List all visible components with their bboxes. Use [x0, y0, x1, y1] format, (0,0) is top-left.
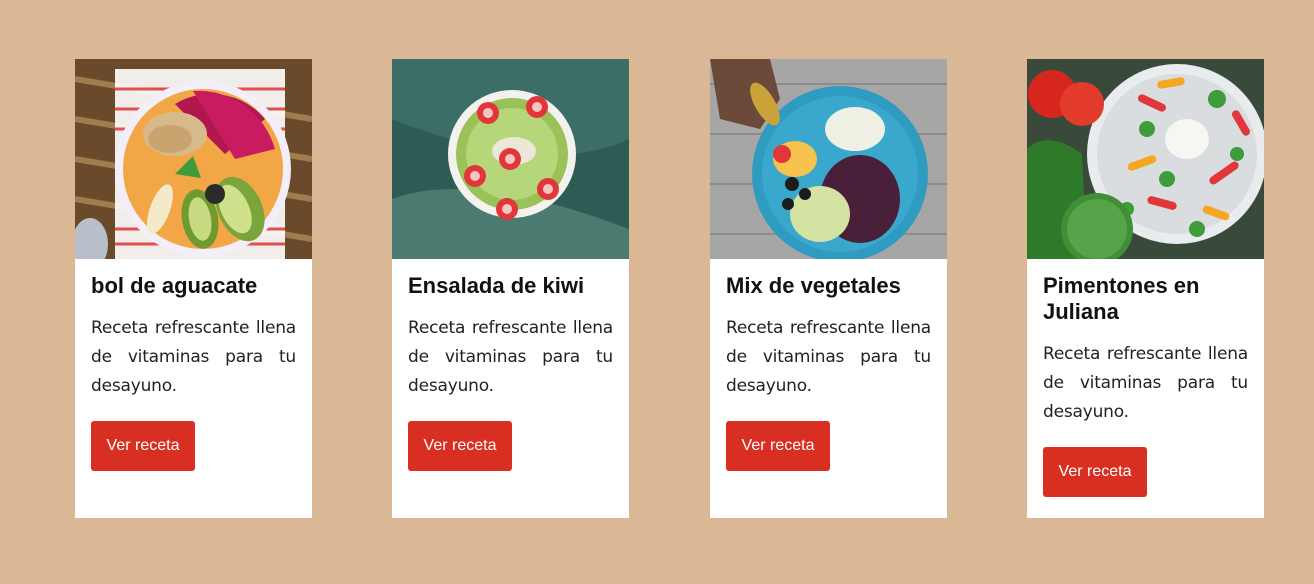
card-title: Ensalada de kiwi	[408, 273, 585, 298]
card-title: Pimentones en Juliana	[1043, 273, 1200, 324]
recipe-card-vegetable-mix: Mix de vegetales Receta refrescante llen…	[710, 59, 947, 518]
view-recipe-button[interactable]: Ver receta	[726, 421, 830, 471]
card-description: Receta refrescante llena de vitaminas pa…	[726, 318, 931, 396]
julienne-peppers-photo	[1027, 59, 1264, 259]
card-description: Receta refrescante llena de vitaminas pa…	[408, 318, 613, 396]
vegetable-mix-photo	[710, 59, 947, 259]
card-description: Receta refrescante llena de vitaminas pa…	[91, 318, 296, 396]
avocado-bowl-photo	[75, 59, 312, 259]
view-recipe-button[interactable]: Ver receta	[408, 421, 512, 471]
kiwi-salad-photo	[392, 59, 629, 259]
view-recipe-button[interactable]: Ver receta	[1043, 447, 1147, 497]
card-description: Receta refrescante llena de vitaminas pa…	[1043, 344, 1248, 422]
recipe-card-avocado: bol de aguacate Receta refrescante llena…	[75, 59, 312, 518]
card-title: bol de aguacate	[91, 273, 258, 298]
recipe-card-kiwi: Ensalada de kiwi Receta refrescante llen…	[392, 59, 629, 518]
view-recipe-button[interactable]: Ver receta	[91, 421, 195, 471]
recipe-card-peppers: Pimentones en Juliana Receta refrescante…	[1027, 59, 1264, 518]
recipe-card-grid: bol de aguacate Receta refrescante llena…	[0, 59, 1314, 518]
card-title: Mix de vegetales	[726, 273, 901, 298]
